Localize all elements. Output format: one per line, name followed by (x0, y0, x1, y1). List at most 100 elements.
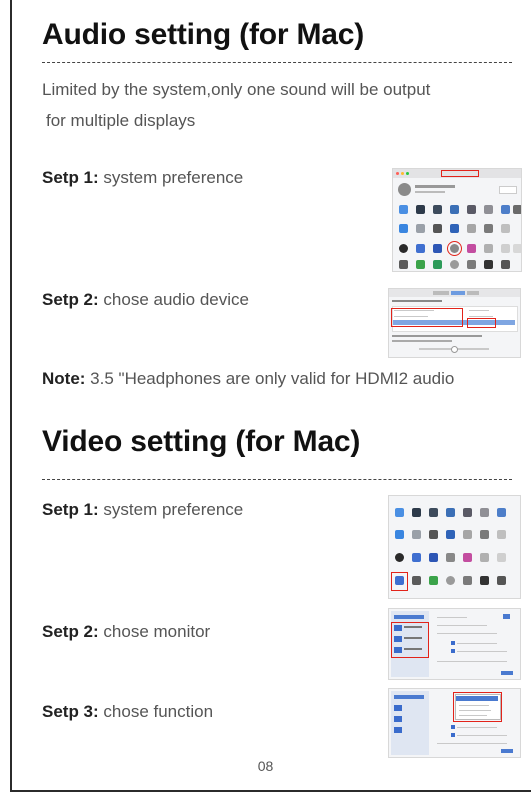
spotlight-icon (480, 508, 489, 517)
sharing-icon (433, 260, 442, 269)
video-step3: Setp 3: chose function (42, 702, 213, 722)
desktop-pref-icon (416, 205, 425, 214)
displays-highlight-box (391, 572, 408, 591)
video-step1-text: system preference (98, 500, 244, 519)
setting-line (457, 643, 497, 644)
screen-time-icon (429, 530, 438, 539)
video-step3-text: chose function (98, 702, 214, 721)
checkbox-icon (451, 641, 455, 645)
displays-icon (416, 244, 425, 253)
sound-output-screenshot (388, 288, 521, 358)
sidebar-header (394, 695, 424, 699)
select-device-caption (392, 300, 442, 302)
setting-line (437, 633, 497, 634)
setting-line (457, 651, 507, 652)
audio-title-divider (42, 62, 512, 63)
software-update-icon (480, 530, 489, 539)
sidebar-header (394, 615, 424, 619)
security-icon (467, 224, 476, 233)
audio-intro: Limited by the system,only one sound wil… (42, 74, 522, 136)
audio-step2: Setp 2: chose audio device (42, 290, 249, 310)
account-subline (415, 191, 445, 193)
keyboard-icon (463, 553, 472, 562)
highlight-box (391, 622, 429, 658)
setting-line (437, 661, 507, 662)
balance-slider-knob-icon (451, 346, 458, 353)
touch-id-icon (467, 244, 476, 253)
notifications-icon (513, 205, 521, 214)
network-icon (501, 224, 510, 233)
tab-input (467, 291, 479, 295)
setting-line (437, 743, 507, 744)
video-step2-text: chose monitor (98, 622, 211, 641)
checkbox-icon (451, 733, 455, 737)
close-dot-icon (396, 172, 399, 175)
screen-time-icon (433, 224, 442, 233)
sound-highlight-circle (447, 241, 462, 256)
tab-sound-effects (433, 291, 449, 295)
general-pref-icon (399, 205, 408, 214)
energy-icon (399, 260, 408, 269)
setting-line (457, 727, 497, 728)
accessibility-icon (416, 224, 425, 233)
dropdown-icon (503, 614, 510, 619)
monitor-icon (394, 727, 402, 733)
minimize-dot-icon (401, 172, 404, 175)
settings-caption (392, 340, 452, 342)
bluetooth-icon (399, 244, 408, 253)
setting-line (437, 617, 467, 618)
startup-disk-icon (467, 260, 476, 269)
desktop-pref-icon (412, 508, 421, 517)
audio-step1-text: system preference (98, 168, 244, 187)
zoom-dot-icon (406, 172, 409, 175)
dock-pref-icon (433, 205, 442, 214)
printers-icon (433, 244, 442, 253)
network-icon (497, 530, 506, 539)
general-pref-icon (395, 508, 404, 517)
page-border-left (10, 0, 12, 790)
extensions-icon (450, 224, 459, 233)
mission-control-icon (450, 205, 459, 214)
extensions-icon (446, 530, 455, 539)
highlight-box (391, 308, 463, 327)
language-icon (501, 205, 510, 214)
siri-icon (463, 508, 472, 517)
audio-step2-text: chose audio device (98, 290, 249, 309)
spotlight-icon (484, 205, 493, 214)
system-preferences-screenshot (392, 168, 522, 272)
trackpad-icon (501, 244, 510, 253)
video-section-title: Video setting (for Mac) (42, 425, 361, 458)
audio-note: Note: 3.5 "Headphones are only valid for… (42, 369, 454, 389)
display-sidebar (391, 691, 429, 755)
siri-icon (467, 205, 476, 214)
date-time-icon (429, 576, 438, 585)
video-step1-label: Setp 1: (42, 500, 99, 519)
setting-line (437, 625, 487, 626)
monitor-icon (394, 716, 402, 722)
audio-step1-label: Setp 1: (42, 168, 99, 187)
mouse-icon (513, 244, 521, 253)
cds-dvds-icon (501, 260, 510, 269)
display-function-screenshot (388, 688, 521, 758)
security-icon (463, 530, 472, 539)
monitor-icon (394, 705, 402, 711)
device-row (469, 316, 493, 317)
keyboard-icon (484, 244, 493, 253)
audio-step1: Setp 1: system preference (42, 168, 243, 188)
software-update-icon (484, 224, 493, 233)
profiles-icon (480, 576, 489, 585)
dock-pref-icon (429, 508, 438, 517)
video-step3-label: Setp 3: (42, 702, 99, 721)
audio-note-text: 3.5 "Headphones are only valid for HDMI2… (85, 369, 455, 388)
time-machine-icon (450, 260, 459, 269)
video-step2: Setp 2: chose monitor (42, 622, 210, 642)
trackpad-icon (480, 553, 489, 562)
accessibility-icon (412, 530, 421, 539)
touch-id-icon (446, 553, 455, 562)
users-icon (399, 224, 408, 233)
video-step1: Setp 1: system preference (42, 500, 243, 520)
mission-control-icon (446, 508, 455, 517)
checkbox-icon (451, 725, 455, 729)
date-time-icon (416, 260, 425, 269)
video-step2-label: Setp 2: (42, 622, 99, 641)
